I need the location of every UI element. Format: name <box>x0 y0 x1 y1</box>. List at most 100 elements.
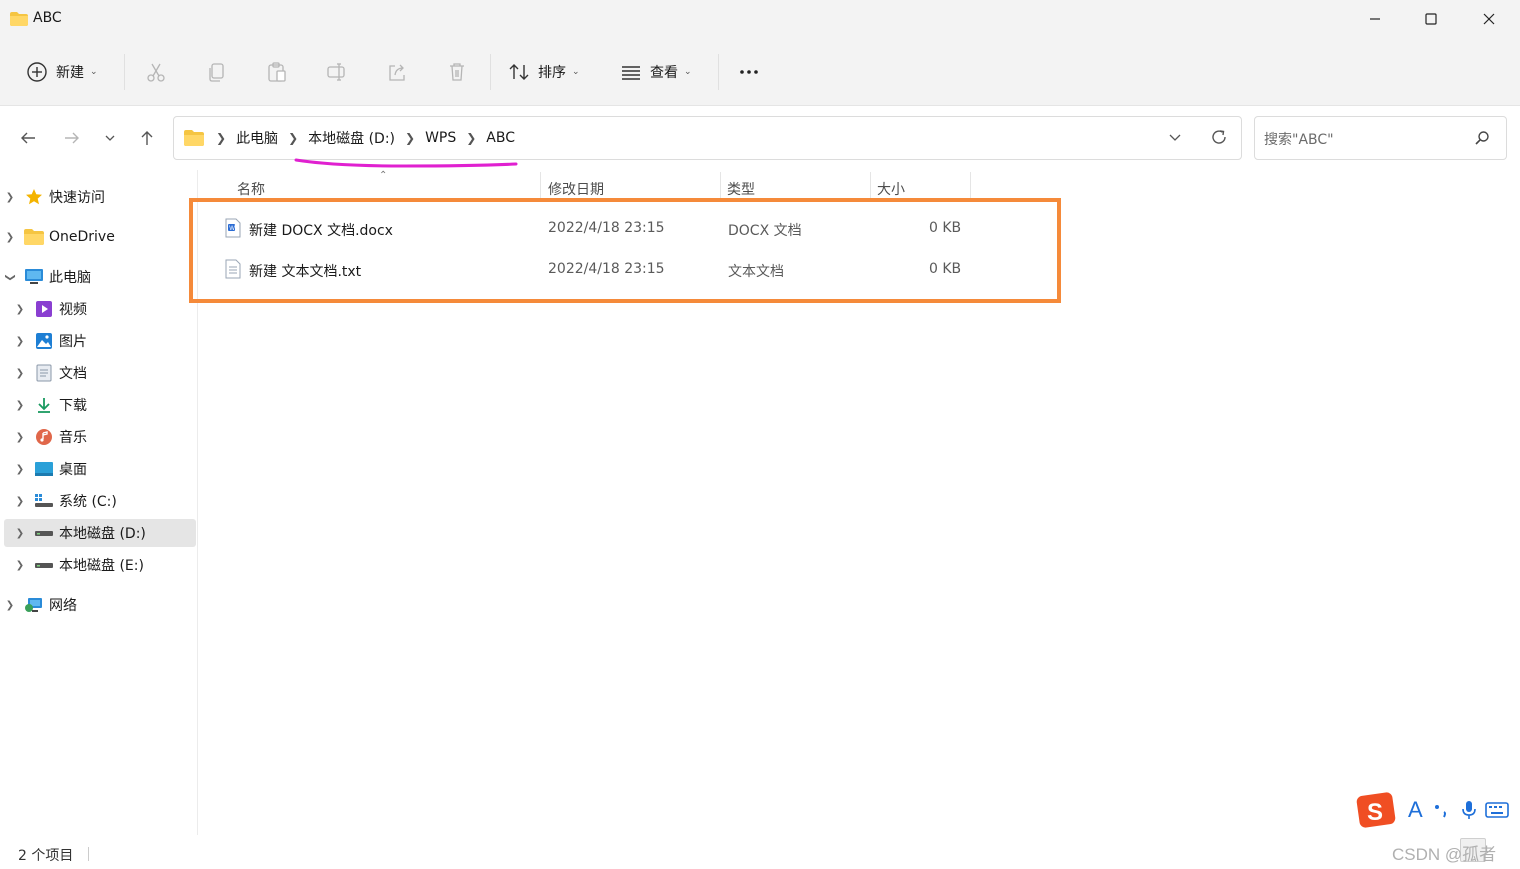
expand-arrow-icon[interactable]: ❯ <box>4 232 16 243</box>
expand-arrow-icon[interactable]: ❯ <box>14 432 26 443</box>
breadcrumb-wps[interactable]: WPS <box>425 130 456 146</box>
more-icon <box>740 70 758 74</box>
new-label: 新建 <box>56 65 84 81</box>
breadcrumb-separator-icon: ❯ <box>466 131 477 145</box>
sidebar-item-this-pc[interactable]: ❯ 此电脑 <box>4 263 196 291</box>
view-icon <box>622 66 640 80</box>
rename-button[interactable] <box>326 52 348 92</box>
expand-arrow-icon[interactable]: ❯ <box>4 192 16 203</box>
expand-arrow-icon[interactable]: ❯ <box>14 304 26 315</box>
microphone-icon[interactable] <box>1459 799 1479 821</box>
breadcrumb: ❯ 此电脑 ❯ 本地磁盘 (D:) ❯ WPS ❯ ABC <box>184 128 515 148</box>
ime-mode-label[interactable]: A <box>1408 797 1423 823</box>
file-list-view: ⌃ 名称 修改日期 类型 大小 W 新建 DOCX 文档.docx 2022/4… <box>189 170 1520 835</box>
expand-arrow-icon[interactable]: ❯ <box>14 368 26 379</box>
drive-c-icon <box>34 492 54 510</box>
desktop-icon <box>34 460 54 478</box>
maximize-icon <box>1425 13 1437 25</box>
sidebar-item-pictures[interactable]: ❯ 图片 <box>4 327 196 355</box>
expand-arrow-icon[interactable]: ❯ <box>14 464 26 475</box>
sidebar-item-network[interactable]: ❯ 网络 <box>4 591 196 619</box>
search-input[interactable]: 搜索"ABC" <box>1254 116 1507 160</box>
expand-arrow-icon[interactable]: ❯ <box>4 600 16 611</box>
view-button[interactable]: 查看 ⌄ <box>620 52 692 92</box>
sidebar-item-documents[interactable]: ❯ 文档 <box>4 359 196 387</box>
delete-button[interactable] <box>446 52 468 92</box>
expand-arrow-icon[interactable]: ❯ <box>14 336 26 347</box>
keyboard-icon[interactable] <box>1484 800 1509 820</box>
svg-text:S: S <box>1367 799 1383 826</box>
expand-arrow-icon[interactable]: ❯ <box>14 400 26 411</box>
minimize-button[interactable] <box>1346 0 1404 38</box>
address-bar[interactable]: ❯ 此电脑 ❯ 本地磁盘 (D:) ❯ WPS ❯ ABC <box>173 116 1242 160</box>
sidebar-item-videos[interactable]: ❯ 视频 <box>4 295 196 323</box>
sort-icon <box>509 64 529 80</box>
sidebar-item-label: 图片 <box>59 334 87 350</box>
cut-button[interactable] <box>145 52 167 92</box>
expand-arrow-icon[interactable]: ❯ <box>14 560 26 571</box>
video-icon <box>34 300 54 318</box>
maximize-button[interactable] <box>1402 0 1460 38</box>
command-bar: 新建 ⌄ 排序 ⌄ 查看 ⌄ <box>0 38 1520 106</box>
status-bar: 2 个项目 <box>0 835 1520 869</box>
search-placeholder: 搜索"ABC" <box>1264 132 1334 148</box>
address-history-button[interactable] <box>1167 129 1183 149</box>
chevron-down-icon <box>1169 134 1181 141</box>
sort-button[interactable]: 排序 ⌄ <box>508 52 580 92</box>
sidebar-item-label: 本地磁盘 (E:) <box>59 558 144 574</box>
sidebar-item-label: 下载 <box>59 398 87 414</box>
share-button[interactable] <box>386 52 408 92</box>
close-button[interactable] <box>1460 0 1518 38</box>
drive-icon <box>34 524 54 542</box>
sidebar-item-drive-c[interactable]: ❯ 系统 (C:) <box>4 487 196 515</box>
expand-arrow-icon[interactable]: ❯ <box>14 496 26 507</box>
chevron-down-icon: ⌄ <box>90 67 98 77</box>
sidebar-item-quick-access[interactable]: ❯ 快速访问 <box>4 183 196 211</box>
chevron-down-icon: ⌄ <box>684 67 692 77</box>
sogou-logo-icon: S <box>1356 792 1396 828</box>
status-divider <box>88 847 89 861</box>
window-title: ABC <box>33 10 62 26</box>
breadcrumb-separator-icon: ❯ <box>405 131 416 145</box>
sidebar-item-label: 系统 (C:) <box>59 494 117 510</box>
sidebar-item-drive-d[interactable]: ❯ 本地磁盘 (D:) <box>4 519 196 547</box>
more-button[interactable] <box>738 52 760 92</box>
expand-arrow-icon[interactable]: ❯ <box>14 528 26 539</box>
back-button[interactable] <box>14 124 42 152</box>
toolbar-divider <box>124 54 125 90</box>
arrow-up-icon <box>141 131 153 145</box>
sidebar-item-music[interactable]: ❯ 音乐 <box>4 423 196 451</box>
sidebar-item-desktop[interactable]: ❯ 桌面 <box>4 455 196 483</box>
arrow-right-icon <box>65 132 79 144</box>
search-icon <box>1475 131 1489 145</box>
copy-button[interactable] <box>206 52 228 92</box>
cut-icon <box>147 63 165 82</box>
breadcrumb-abc[interactable]: ABC <box>486 130 515 146</box>
sidebar-item-onedrive[interactable]: ❯ OneDrive <box>4 223 196 251</box>
sidebar-item-label: 网络 <box>49 598 77 614</box>
sidebar-item-label: 文档 <box>59 366 87 382</box>
share-icon <box>389 64 405 81</box>
chevron-down-icon <box>105 135 115 141</box>
breadcrumb-this-pc[interactable]: 此电脑 <box>236 128 278 148</box>
punctuation-icon[interactable] <box>1431 799 1453 821</box>
annotation-highlight-box <box>189 198 1061 303</box>
pictures-icon <box>34 332 54 350</box>
sidebar-item-drive-e[interactable]: ❯ 本地磁盘 (E:) <box>4 551 196 579</box>
up-button[interactable] <box>133 124 161 152</box>
sidebar-item-downloads[interactable]: ❯ 下载 <box>4 391 196 419</box>
sidebar-item-label: 此电脑 <box>49 270 91 286</box>
sidebar-item-label: 快速访问 <box>49 190 105 206</box>
sidebar-item-label: 音乐 <box>59 430 87 446</box>
refresh-icon <box>1212 130 1226 144</box>
recent-locations-button[interactable] <box>96 124 124 152</box>
breadcrumb-drive-d[interactable]: 本地磁盘 (D:) <box>308 128 395 148</box>
folder-icon <box>184 130 204 146</box>
paste-button[interactable] <box>266 52 288 92</box>
refresh-button[interactable] <box>1209 127 1229 151</box>
collapse-arrow-icon[interactable]: ❯ <box>5 271 16 283</box>
new-button[interactable]: 新建 ⌄ <box>26 52 98 92</box>
forward-button[interactable] <box>58 124 86 152</box>
arrow-left-icon <box>21 132 35 144</box>
navigation-bar: ❯ 此电脑 ❯ 本地磁盘 (D:) ❯ WPS ❯ ABC 搜索"ABC" <box>0 106 1520 170</box>
